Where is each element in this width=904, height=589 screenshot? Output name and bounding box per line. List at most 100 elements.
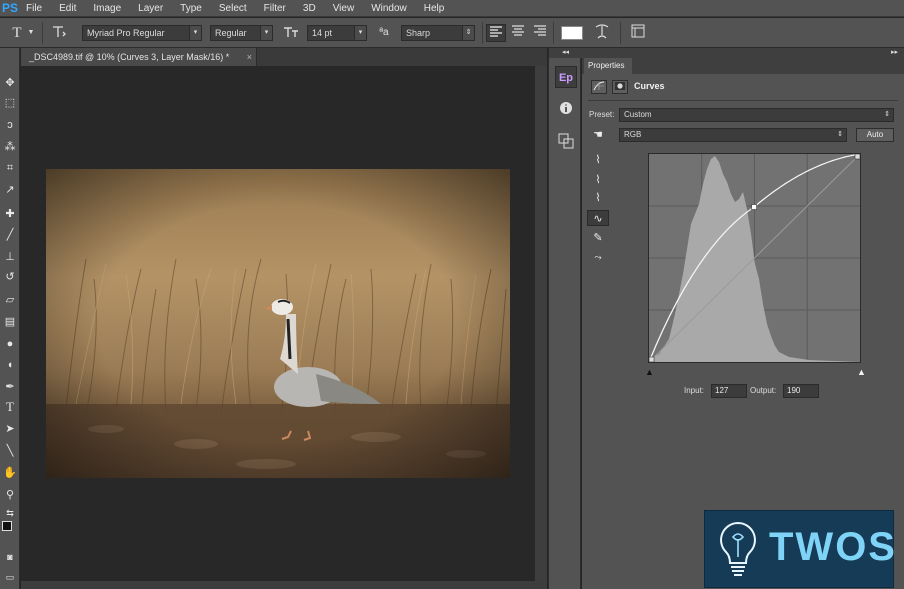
clone-stamp-tool-icon[interactable]: ⊥ — [1, 248, 19, 266]
output-label: Output: — [750, 386, 777, 395]
auto-button[interactable]: Auto — [856, 128, 894, 142]
chevron-updown-icon: ⇕ — [884, 111, 890, 118]
info-icon[interactable] — [555, 100, 577, 122]
screen-mode-icon[interactable]: ▭ — [1, 568, 19, 586]
menu-image[interactable]: Image — [85, 0, 130, 17]
align-right-button[interactable] — [530, 24, 550, 42]
menu-type[interactable]: Type — [172, 0, 211, 17]
options-bar: T ▼ Myriad Pro Regular ▾ Regular ▾ 14 pt… — [0, 18, 904, 48]
menu-filter[interactable]: Filter — [256, 0, 295, 17]
white-slider-handle[interactable]: ▲ — [857, 367, 866, 377]
output-field[interactable]: 190 — [783, 384, 819, 398]
align-center-button[interactable] — [508, 24, 528, 42]
quick-select-tool-icon[interactable]: ⁂ — [1, 138, 19, 156]
font-size-dropdown[interactable]: 14 pt ▾ — [307, 25, 367, 41]
preset-label: Preset: — [589, 110, 615, 119]
hand-tool-icon[interactable]: ✋ — [1, 464, 19, 482]
crop-tool-icon[interactable]: ⌗ — [1, 159, 19, 177]
font-size-icon — [282, 24, 300, 42]
panel-title: Curves — [634, 81, 665, 91]
menu-view[interactable]: View — [325, 0, 364, 17]
font-style-value: Regular — [215, 28, 247, 38]
preset-dropdown[interactable]: Custom ⇕ — [619, 108, 894, 122]
draw-curve-pencil-icon[interactable]: ✎ — [587, 230, 609, 246]
layer-comps-icon[interactable] — [555, 133, 577, 155]
watermark-badge: TWOS — [704, 510, 897, 588]
pen-tool-icon[interactable]: ✒ — [1, 378, 19, 396]
text-color-swatch[interactable] — [561, 26, 583, 40]
channel-dropdown[interactable]: RGB ⇕ — [619, 128, 847, 142]
channel-value: RGB — [624, 130, 642, 139]
eyedropper-tool-icon[interactable]: ↗ — [1, 181, 19, 199]
collapse-panel-icon[interactable]: ▸▸ — [582, 48, 904, 58]
align-left-button[interactable] — [486, 24, 506, 42]
antialias-dropdown[interactable]: Sharp ⇕ — [401, 25, 475, 41]
status-bar — [21, 581, 547, 589]
move-tool-icon[interactable]: ✥ — [1, 74, 19, 92]
vertical-scrollbar[interactable] — [535, 66, 547, 581]
dodge-tool-icon[interactable]: ◖ — [1, 356, 19, 374]
font-size-value: 14 pt — [312, 28, 333, 38]
menu-edit[interactable]: Edit — [51, 0, 85, 17]
eraser-tool-icon[interactable]: ▱ — [1, 291, 19, 309]
menu-3d[interactable]: 3D — [295, 0, 325, 17]
brush-tool-icon[interactable]: ╱ — [1, 226, 19, 244]
adjustment-curves-icon[interactable] — [591, 80, 607, 94]
watermark-text: TWOS — [769, 525, 897, 569]
healing-brush-tool-icon[interactable]: ✚ — [1, 205, 19, 223]
black-point-eyedropper-icon[interactable]: ⌇ — [587, 152, 609, 168]
marquee-tool-icon[interactable]: ⬚ — [1, 94, 19, 112]
quick-mask-icon[interactable]: ◙ — [1, 548, 19, 566]
extension-ep-icon[interactable]: Ep — [555, 66, 577, 88]
path-selection-tool-icon[interactable]: ➤ — [1, 420, 19, 438]
divider — [588, 100, 898, 101]
font-family-dropdown[interactable]: Myriad Pro Regular ▾ — [82, 25, 202, 41]
menu-layer[interactable]: Layer — [130, 0, 172, 17]
curves-graph[interactable] — [648, 153, 861, 363]
warp-text-icon[interactable] — [592, 24, 612, 42]
chevron-updown-icon: ⇕ — [837, 131, 843, 138]
properties-tab[interactable]: Properties — [584, 58, 632, 74]
blur-tool-icon[interactable]: ● — [1, 335, 19, 353]
separator — [482, 22, 483, 44]
antialias-icon: ªa — [379, 27, 389, 38]
shape-tool-icon[interactable]: ╲ — [1, 442, 19, 460]
menu-file[interactable]: File — [18, 0, 51, 17]
type-tool-preset-button[interactable]: T — [8, 24, 26, 42]
black-slider-handle[interactable]: ▲ — [645, 367, 654, 377]
panel-icon-strip: ◂◂ Ep — [548, 48, 582, 589]
gradient-tool-icon[interactable]: ▤ — [1, 313, 19, 331]
white-point-eyedropper-icon[interactable]: ⌇ — [587, 190, 609, 206]
document-tab[interactable]: _DSC4989.tif @ 10% (Curves 3, Layer Mask… — [21, 48, 257, 66]
curve-control-point[interactable] — [854, 153, 861, 160]
collapse-strip-icon[interactable]: ◂◂ — [549, 48, 582, 58]
targeted-adjustment-hand-icon[interactable]: ☚ — [587, 127, 609, 143]
character-panel-icon[interactable] — [628, 24, 648, 42]
zoom-tool-icon[interactable]: ⚲ — [1, 486, 19, 504]
type-tool-icon[interactable]: T — [1, 398, 19, 416]
history-brush-tool-icon[interactable]: ↺ — [1, 268, 19, 286]
lasso-tool-icon[interactable]: ↄ — [1, 116, 19, 134]
tool-preset-chevron-down-icon[interactable]: ▼ — [27, 24, 35, 42]
menu-help[interactable]: Help — [416, 0, 454, 17]
chevron-down-icon: ⇕ — [462, 26, 474, 40]
layer-mask-icon[interactable] — [612, 80, 628, 94]
chevron-down-icon: ▾ — [260, 26, 272, 40]
curve-control-point[interactable] — [648, 356, 655, 363]
separator — [42, 22, 43, 44]
input-field[interactable]: 127 — [711, 384, 747, 398]
smooth-curve-icon[interactable]: ⤳ — [587, 249, 609, 265]
antialias-value: Sharp — [406, 28, 431, 38]
foreground-color-swatch[interactable] — [2, 521, 12, 531]
menu-window[interactable]: Window — [363, 0, 416, 17]
menu-select[interactable]: Select — [211, 0, 256, 17]
chevron-down-icon: ▾ — [189, 26, 201, 40]
swap-colors-icon[interactable]: ⇆ — [1, 504, 19, 522]
font-style-dropdown[interactable]: Regular ▾ — [210, 25, 273, 41]
gray-point-eyedropper-icon[interactable]: ⌇ — [587, 172, 609, 188]
text-orientation-icon[interactable] — [50, 24, 68, 42]
curves-graph-svg[interactable] — [648, 153, 861, 363]
curve-control-point[interactable] — [751, 204, 757, 210]
curve-point-edit-icon[interactable]: ∿ — [587, 210, 609, 226]
close-icon[interactable]: × — [247, 48, 252, 66]
